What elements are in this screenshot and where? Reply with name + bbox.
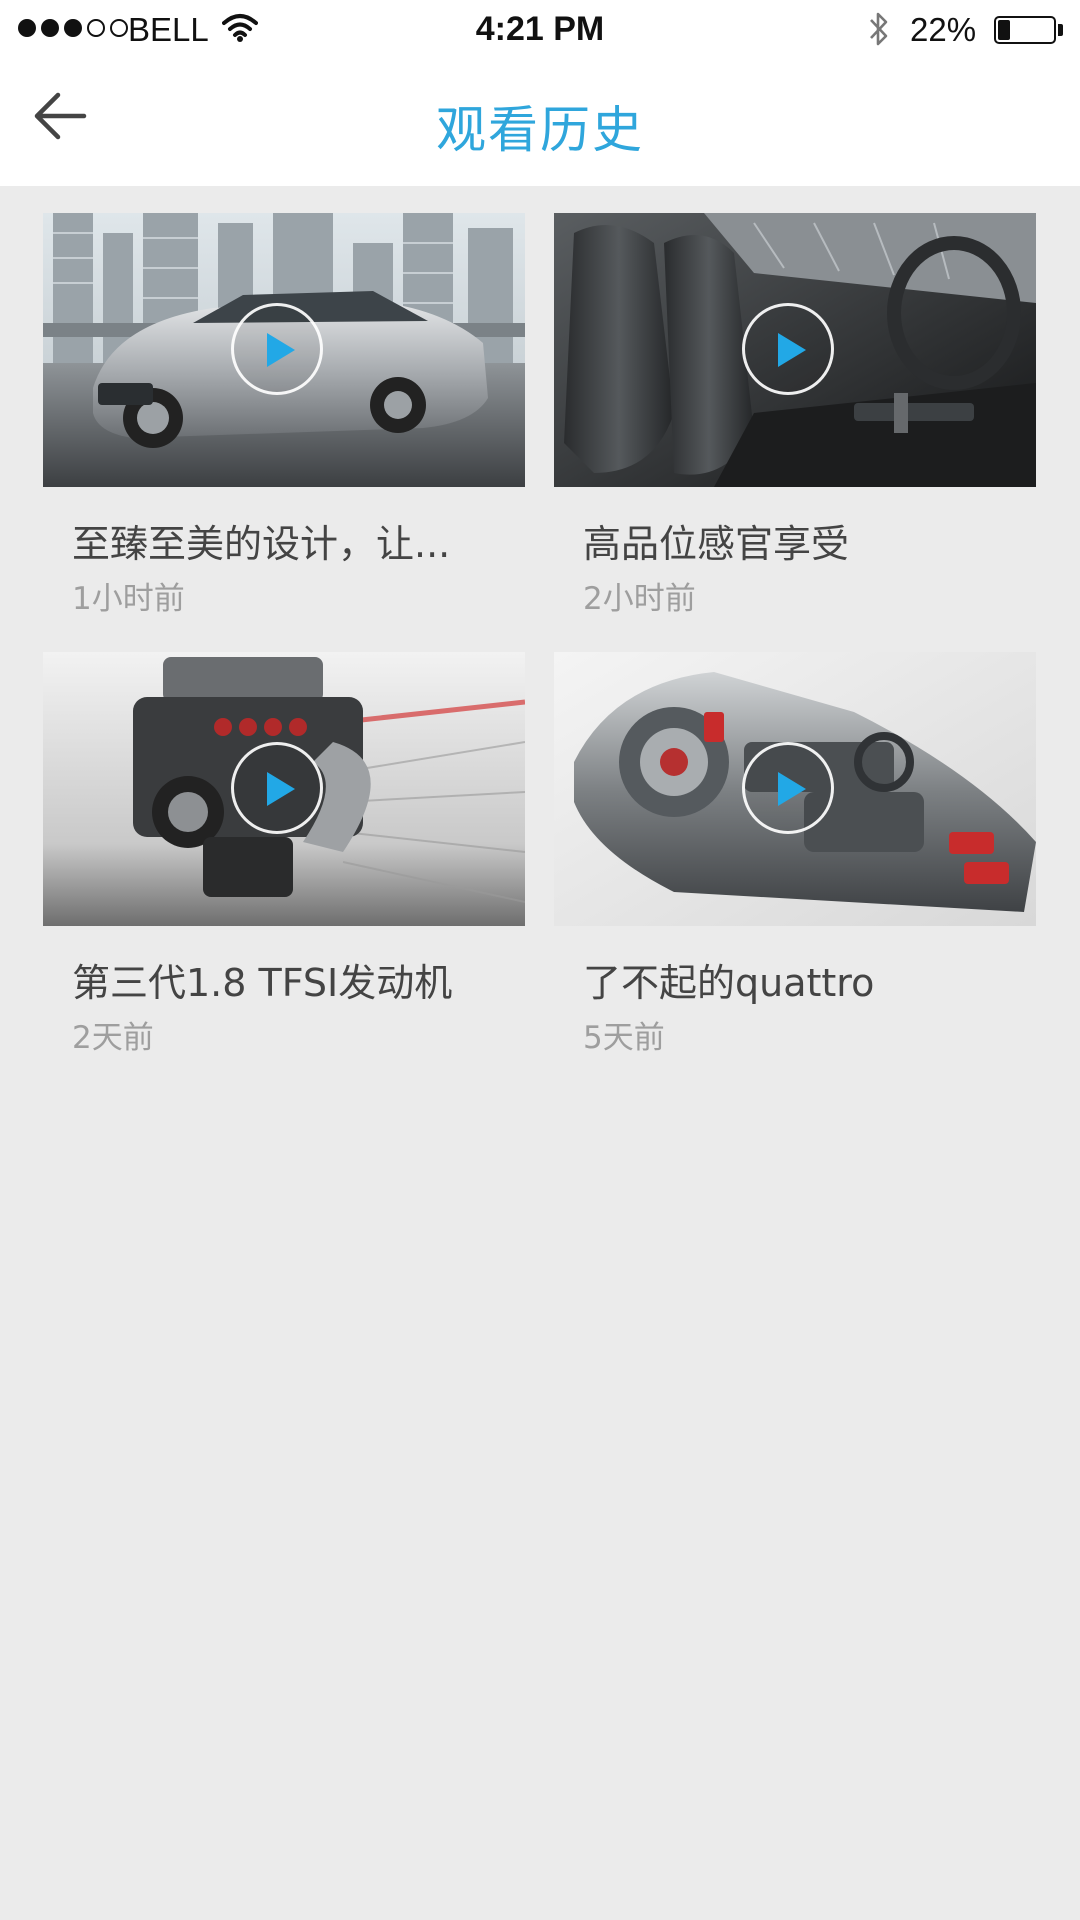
page-title: 观看历史	[436, 101, 644, 159]
bluetooth-icon	[866, 9, 892, 54]
play-icon	[267, 333, 295, 367]
video-thumbnail[interactable]	[554, 652, 1036, 926]
play-icon	[778, 333, 806, 367]
video-thumbnail[interactable]	[43, 652, 525, 926]
battery-level-fill	[998, 20, 1010, 40]
watched-time: 5天前	[583, 1020, 665, 1056]
history-card[interactable]: 第三代1.8 TFSI发动机 2天前	[43, 652, 525, 1072]
video-title: 至臻至美的设计，让...	[72, 522, 451, 566]
battery-icon	[994, 16, 1056, 44]
watched-time: 1小时前	[72, 581, 185, 617]
video-thumbnail[interactable]	[554, 213, 1036, 487]
video-thumbnail[interactable]	[43, 213, 525, 487]
play-icon	[778, 772, 806, 806]
play-button[interactable]	[742, 742, 834, 834]
status-bar: BELL 4:21 PM 22%	[0, 0, 1080, 58]
video-title: 高品位感官享受	[583, 522, 850, 566]
video-title: 第三代1.8 TFSI发动机	[72, 961, 453, 1005]
battery-percent: 22%	[910, 11, 977, 48]
battery-tip	[1058, 24, 1063, 36]
history-card[interactable]: 高品位感官享受 2小时前	[554, 213, 1036, 633]
play-button[interactable]	[231, 303, 323, 395]
video-title: 了不起的quattro	[583, 961, 875, 1005]
play-button[interactable]	[231, 742, 323, 834]
navigation-bar: 观看历史	[0, 58, 1080, 186]
history-card[interactable]: 至臻至美的设计，让... 1小时前	[43, 213, 525, 633]
watched-time: 2天前	[72, 1020, 154, 1056]
play-button[interactable]	[742, 303, 834, 395]
watched-time: 2小时前	[583, 581, 696, 617]
play-icon	[267, 772, 295, 806]
history-card[interactable]: 了不起的quattro 5天前	[554, 652, 1036, 1072]
